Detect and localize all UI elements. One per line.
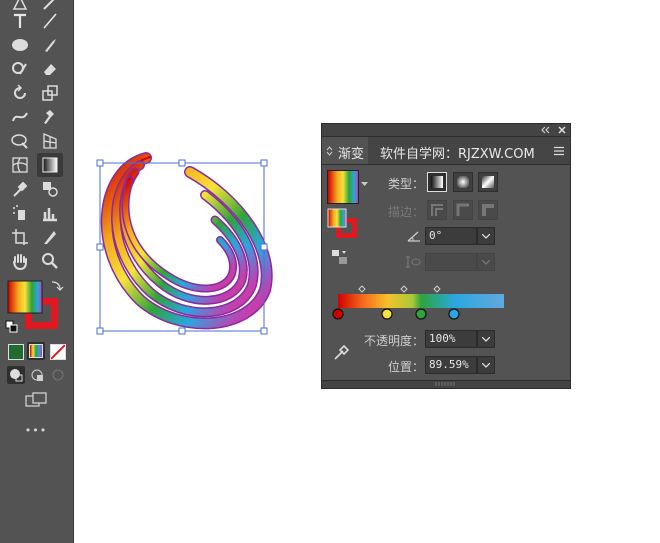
aspect-ratio-dropdown-button[interactable] xyxy=(477,253,495,271)
resize-handle[interactable] xyxy=(178,327,186,335)
location-label: 位置： xyxy=(388,360,425,374)
panel-resize-grip[interactable] xyxy=(322,380,570,388)
gradient-ramp[interactable] xyxy=(338,294,504,308)
close-panel-icon[interactable] xyxy=(558,126,566,134)
panel-fill-stroke-swatches xyxy=(327,208,357,238)
stroke-across-button[interactable] xyxy=(478,200,498,220)
angle-icon xyxy=(407,231,420,242)
resize-handle[interactable] xyxy=(260,327,268,335)
opacity-input[interactable]: 100% xyxy=(425,330,477,348)
type-label: 类型： xyxy=(388,177,425,191)
panel-title-bar[interactable] xyxy=(322,124,570,137)
resize-handle[interactable] xyxy=(260,159,268,167)
color-stop[interactable] xyxy=(448,308,460,320)
chevron-down-icon xyxy=(482,336,490,342)
panel-fill-swatch[interactable] xyxy=(327,208,347,228)
gradient-preview-swatch[interactable] xyxy=(327,170,359,204)
aspect-ratio-icon xyxy=(406,256,421,268)
opacity-dropdown-button[interactable] xyxy=(477,330,495,348)
tab-watermark-label: 软件自学网：RJZXW.COM xyxy=(380,147,535,162)
angle-dropdown-button[interactable] xyxy=(477,227,495,245)
color-stop[interactable] xyxy=(381,308,393,320)
stroke-across-icon xyxy=(482,204,494,216)
panel-tab-bar: 渐变 软件自学网：RJZXW.COM xyxy=(322,137,570,165)
chevron-down-icon xyxy=(482,259,490,265)
resize-handle[interactable] xyxy=(260,243,268,251)
angle-input[interactable]: 0° xyxy=(425,227,477,245)
grip-icon xyxy=(435,382,455,386)
resize-handle[interactable] xyxy=(178,159,186,167)
stroke-along-icon xyxy=(456,203,469,216)
canvas-artwork xyxy=(96,152,273,335)
stroke-within-button[interactable] xyxy=(427,200,447,220)
linear-gradient-button[interactable] xyxy=(427,172,447,192)
stroke-within-icon xyxy=(431,204,443,216)
linear-gradient-icon xyxy=(431,176,443,188)
resize-handle[interactable] xyxy=(96,327,104,335)
aspect-ratio-input[interactable] xyxy=(425,253,477,271)
color-stop[interactable] xyxy=(332,308,344,320)
resize-handle[interactable] xyxy=(96,159,104,167)
radial-gradient-icon xyxy=(457,176,469,188)
midpoint-diamond[interactable] xyxy=(358,285,366,293)
panel-menu-icon[interactable] xyxy=(553,146,565,156)
midpoint-diamond[interactable] xyxy=(400,285,408,293)
tab-gradient[interactable]: 渐变 xyxy=(322,137,368,164)
panel-options-toggle-icon[interactable] xyxy=(326,145,333,157)
tab-gradient-label: 渐变 xyxy=(338,147,365,162)
gradient-swirl-shape[interactable] xyxy=(100,152,273,330)
freeform-gradient-icon xyxy=(482,176,494,188)
chevron-down-icon xyxy=(482,362,490,368)
eyedropper-icon[interactable] xyxy=(333,343,351,361)
reverse-gradient-icon[interactable] xyxy=(331,249,349,265)
opacity-label: 不透明度： xyxy=(364,334,425,348)
collapse-panel-icon[interactable] xyxy=(540,126,550,134)
location-dropdown-button[interactable] xyxy=(477,356,495,374)
stroke-along-button[interactable] xyxy=(453,200,473,220)
freeform-gradient-button[interactable] xyxy=(478,172,498,192)
color-stop[interactable] xyxy=(415,308,427,320)
chevron-down-icon xyxy=(482,233,490,239)
gradient-panel: 渐变 软件自学网：RJZXW.COM 类型： 描边： 0° 不透明度： 100%… xyxy=(321,123,571,389)
stroke-label: 描边： xyxy=(388,205,425,219)
midpoint-diamond[interactable] xyxy=(433,285,441,293)
location-input[interactable]: 89.59% xyxy=(425,356,477,374)
resize-handle[interactable] xyxy=(96,243,104,251)
radial-gradient-button[interactable] xyxy=(453,172,473,192)
gradient-preset-dropdown-icon[interactable] xyxy=(361,182,368,187)
gradient-slider[interactable] xyxy=(330,282,510,326)
